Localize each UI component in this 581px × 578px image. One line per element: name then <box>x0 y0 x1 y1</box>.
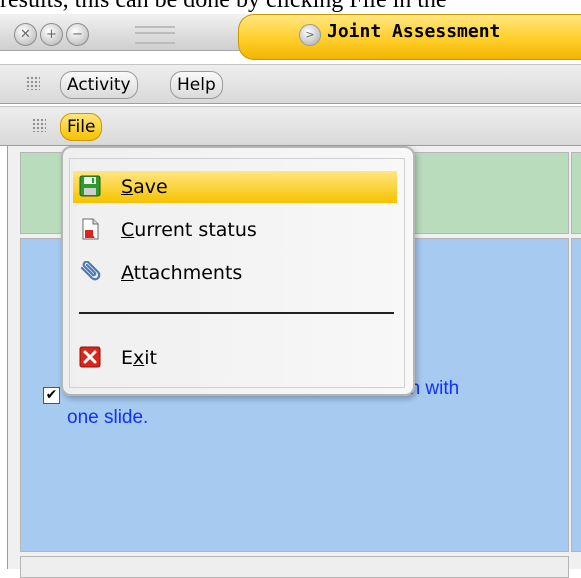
toolbar-grip-icon[interactable] <box>32 118 46 132</box>
document-status-icon <box>82 218 99 240</box>
paperclip-icon <box>80 261 101 281</box>
window-title: Joint Assessment <box>327 21 501 42</box>
menu-activity[interactable]: Activity <box>60 71 138 99</box>
grid-footer-cell <box>20 556 569 578</box>
minimize-window-icon[interactable]: − <box>66 23 89 46</box>
menu-separator <box>79 312 394 314</box>
menu-item-current-status[interactable]: Current status <box>73 214 397 246</box>
menu-item-attachments[interactable]: Attachments <box>73 257 397 289</box>
checkbox[interactable]: ✔ <box>43 387 60 404</box>
menu-item-current-status-label: Current status <box>121 219 257 241</box>
menu-item-exit[interactable]: Exit <box>73 342 397 374</box>
main-menu-bar: Activity Help <box>0 64 581 104</box>
title-bar: ✕ + − > Joint Assessment <box>0 14 581 60</box>
window-title-tab: > Joint Assessment <box>238 14 581 60</box>
file-dropdown-menu: Save Current status Attachments Exit <box>61 146 415 396</box>
grid-content-cell-right <box>571 238 581 552</box>
file-toolbar: File <box>0 106 581 146</box>
title-bar-ridges <box>135 26 175 44</box>
menu-help[interactable]: Help <box>170 71 223 99</box>
grid-header-cell-right <box>571 152 581 234</box>
floppy-disk-icon <box>79 175 101 197</box>
close-window-icon[interactable]: ✕ <box>14 23 37 46</box>
menubar-grip-icon[interactable] <box>26 76 40 90</box>
red-x-icon <box>79 346 101 368</box>
document-text-fragment: results, this can be done by clicking Fi… <box>0 0 447 13</box>
content-text-line2: one slide. <box>67 407 149 428</box>
menu-item-exit-label: Exit <box>121 347 157 369</box>
menu-file[interactable]: File <box>60 113 103 141</box>
menu-item-save[interactable]: Save <box>73 171 397 203</box>
menu-item-save-label: Save <box>121 176 168 198</box>
collapse-arrow-icon[interactable]: > <box>299 24 321 46</box>
menu-item-attachments-label: Attachments <box>121 262 243 284</box>
maximize-window-icon[interactable]: + <box>40 23 63 46</box>
